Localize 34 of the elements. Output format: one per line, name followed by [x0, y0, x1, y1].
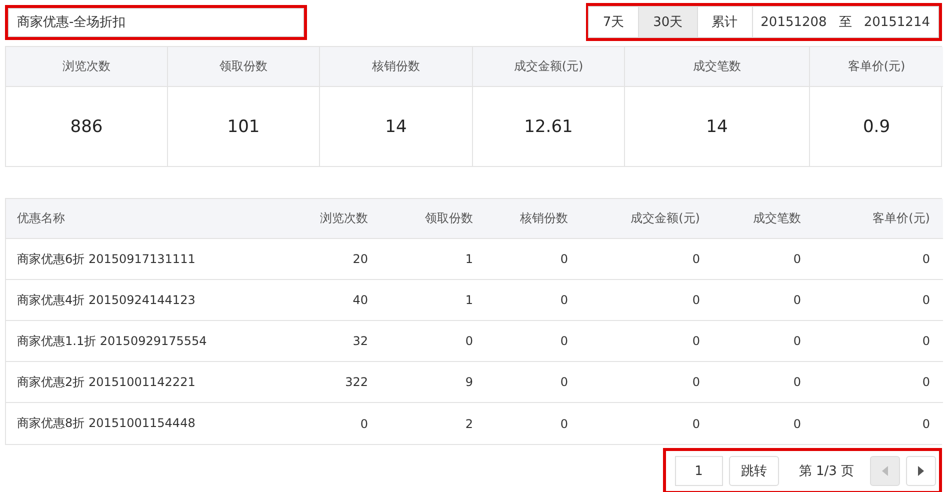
column-header: 浏览次数: [6, 47, 168, 87]
stat-value: 12.61: [473, 87, 625, 166]
column-header: 领取份数: [381, 199, 486, 239]
table-cell: 0: [814, 362, 943, 403]
column-header: 客单价(元): [814, 199, 943, 239]
column-header: 核销份数: [486, 199, 581, 239]
stat-value: 886: [6, 87, 168, 166]
stat-value: 0.9: [862, 116, 892, 138]
stat-value: 101: [168, 87, 320, 166]
column-header: 客单价(元): [810, 47, 943, 87]
caret-left-icon: [882, 466, 888, 476]
column-header: 领取份数: [168, 47, 320, 87]
page-info: 第 1/3 页: [798, 463, 854, 480]
date-range-field[interactable]: 20151208 至 20151214: [752, 6, 939, 38]
column-header: 成交笔数: [625, 47, 810, 87]
column-header: 优惠名称: [6, 199, 236, 239]
column-header: 浏览次数: [236, 199, 381, 239]
period-button[interactable]: 30天: [638, 6, 698, 38]
caret-right-icon: [918, 466, 924, 476]
table-cell: 0: [814, 239, 943, 280]
table-cell: 0: [814, 280, 943, 321]
period-button[interactable]: 7天: [588, 6, 640, 38]
column-header: 成交笔数: [713, 199, 814, 239]
column-header: 成交金额(元): [473, 47, 625, 87]
stat-value: 14: [625, 87, 810, 166]
table-cell: 0: [814, 321, 943, 362]
column-header: 成交金额(元): [581, 199, 713, 239]
page-input[interactable]: 1: [674, 456, 723, 486]
next-page-button[interactable]: [906, 456, 936, 486]
title-field[interactable]: 商家优惠-全场折扣: [8, 8, 304, 36]
jump-button[interactable]: 跳转: [728, 456, 779, 486]
column-header: 核销份数: [320, 47, 473, 87]
stat-value: 14: [320, 87, 473, 166]
period-button[interactable]: 累计: [696, 6, 753, 38]
